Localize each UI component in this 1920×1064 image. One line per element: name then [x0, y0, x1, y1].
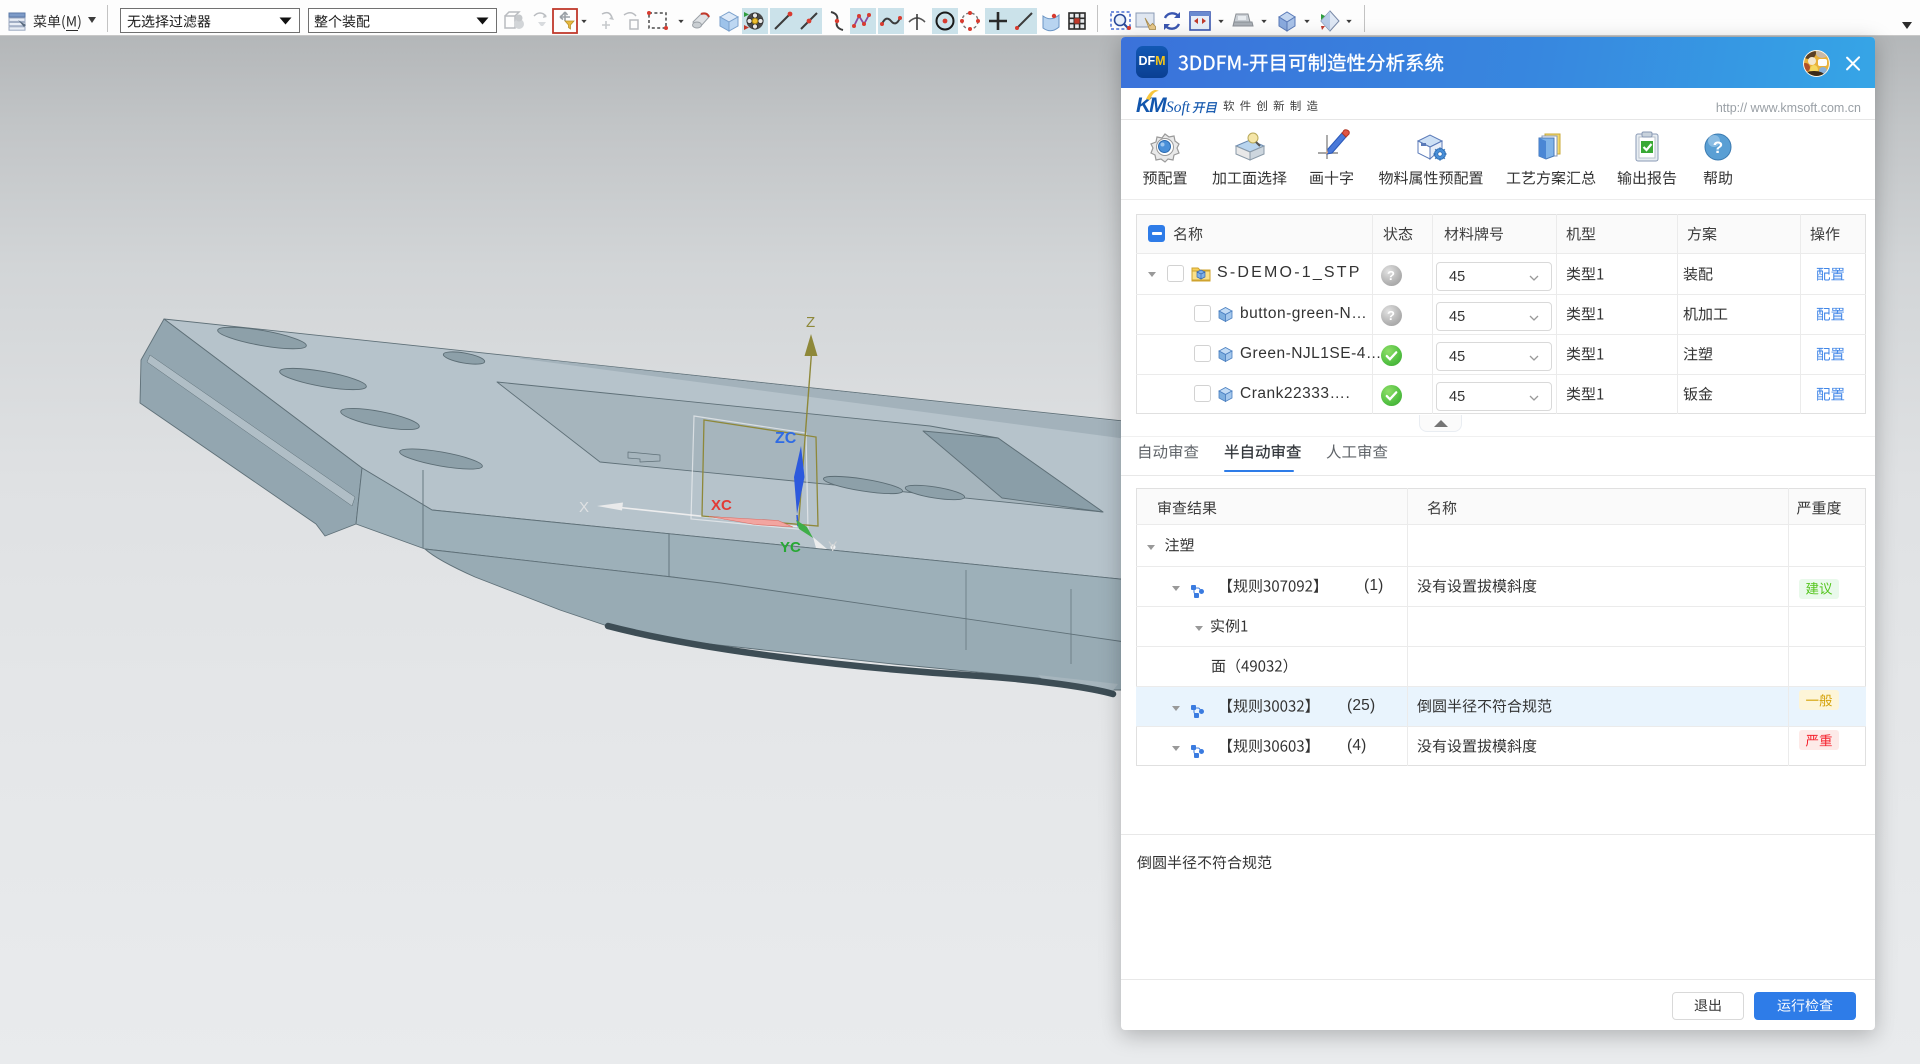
- svg-text:?: ?: [1713, 138, 1723, 157]
- svg-text:Z: Z: [806, 314, 815, 331]
- svg-text:Y: Y: [828, 538, 838, 554]
- svg-text:YC: YC: [780, 539, 801, 556]
- svg-text:ZC: ZC: [775, 430, 797, 447]
- svg-text:X: X: [579, 499, 589, 516]
- svg-text:XC: XC: [711, 497, 732, 514]
